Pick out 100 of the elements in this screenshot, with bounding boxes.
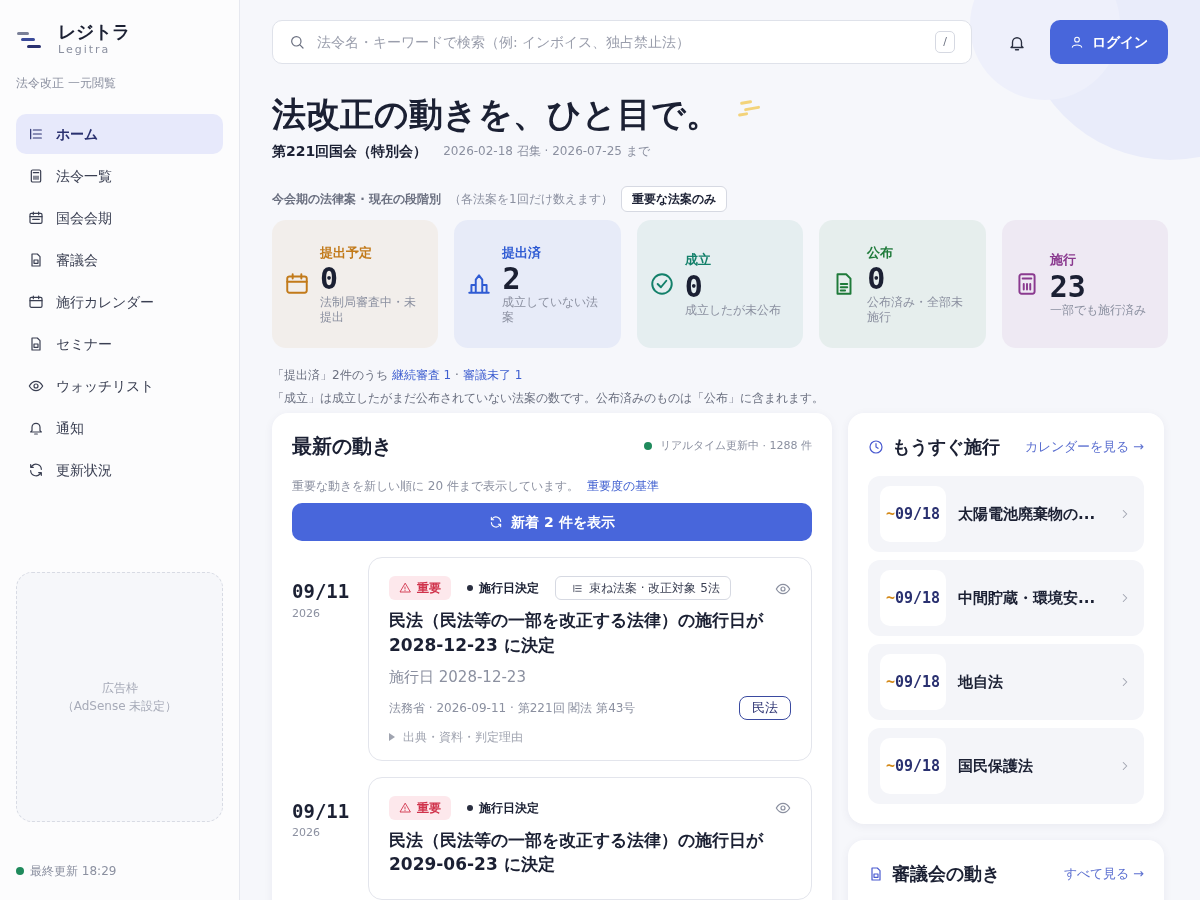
stage-note: 法制局審査中・未提出 <box>320 295 417 325</box>
note-text: 「提出済」2件のうち <box>272 366 388 384</box>
upcoming-date: ~09/18 <box>880 570 946 627</box>
status-label: 施行日決定 <box>467 579 539 598</box>
upcoming-name: 太陽電池廃棄物の... <box>958 504 1097 526</box>
stage-card[interactable]: 提出予定 0 法制局審査中・未提出 <box>272 219 439 348</box>
sidebar-item[interactable]: 更新状況 <box>16 450 223 491</box>
stage-count: 0 <box>320 262 339 296</box>
upcoming-date: ~09/18 <box>880 654 946 711</box>
session-period: 2026-02-18 召集 · 2026-07-25 まで <box>443 143 650 161</box>
section-note: （各法案を1回だけ数えます） <box>448 190 613 208</box>
warning-icon <box>399 801 411 814</box>
calendar-icon <box>28 294 44 311</box>
search-field[interactable]: 法令名・キーワードで検索（例: インボイス、独占禁止法） / <box>272 20 972 64</box>
bell-icon <box>28 420 44 437</box>
stage-card[interactable]: 成立 0 成立したが未公布 <box>636 219 804 348</box>
panel-title: もうすぐ施行 <box>892 435 1000 460</box>
check-circle-icon <box>648 270 675 297</box>
warning-icon <box>399 582 411 595</box>
upcoming-date: ~09/18 <box>880 738 946 795</box>
law-tag: 民法 <box>739 696 791 720</box>
stage-count: 0 <box>684 269 704 303</box>
feed-date: 09/11 <box>292 579 351 605</box>
bundle-tag: 束ね法案 · 改正対象 5法 <box>555 576 731 601</box>
show-new-button[interactable]: 新着 2 件を表示 <box>292 503 812 542</box>
upcoming-item[interactable]: ~09/18 地自法 <box>868 644 1144 721</box>
refresh-icon <box>28 462 44 479</box>
calendar-link[interactable]: カレンダーを見る → <box>1024 437 1144 457</box>
stage-count: 2 <box>502 262 521 296</box>
upcoming-item[interactable]: ~09/18 中間貯蔵・環境安... <box>868 560 1144 637</box>
sidebar-item[interactable]: 法令一覧 <box>16 156 223 197</box>
sidebar-item[interactable]: ホーム <box>16 114 223 155</box>
upcoming-item[interactable]: ~09/18 国民保護法 <box>868 728 1144 805</box>
status-label: 施行日決定 <box>467 798 539 817</box>
stage-card[interactable]: 提出済 2 成立していない法案 <box>454 219 621 348</box>
feed-title: 民法（民法等の一部を改正する法律）の施行日が 2029-06-23 に決定 <box>389 828 765 877</box>
stage-card[interactable]: 施行 23 一部でも施行済み <box>1001 219 1169 348</box>
upcoming-name: 中間貯蔵・環境安... <box>958 588 1097 610</box>
ad-note: （AdSense 未設定） <box>61 698 178 715</box>
importance-badge: 重要 <box>389 576 451 601</box>
filter-button[interactable]: 重要な法案のみ <box>620 185 727 212</box>
sidebar-item[interactable]: 通知 <box>16 408 223 449</box>
sidebar-item[interactable]: 審議会 <box>16 240 223 281</box>
live-status: リアルタイム更新中 · 1288 件 <box>660 438 812 455</box>
sidebar-item[interactable]: セミナー <box>16 324 223 365</box>
stage-count: 23 <box>1049 269 1087 303</box>
effective-date: 施行日 2028-12-23 <box>389 666 527 688</box>
shortcut-key: / <box>935 30 955 54</box>
importance-badge: 重要 <box>389 795 451 820</box>
criteria-link[interactable]: 重要度の基準 <box>586 477 659 496</box>
refresh-icon <box>489 515 504 530</box>
session-name: 第221回国会（特別会） <box>272 141 428 161</box>
stage-label: 提出予定 <box>320 243 373 262</box>
panel-title: 審議会の動き <box>892 862 1000 887</box>
feed-year: 2026 <box>292 825 321 842</box>
sparkle-decoration <box>736 99 762 120</box>
calendar-icon <box>284 270 310 297</box>
feed-card[interactable]: 重要 施行日決定 民法（民法等の一部を改正する法律）の施行日が 2029-06-23 に決定 <box>368 776 812 900</box>
clock-icon <box>868 438 884 455</box>
calendar-icon <box>28 210 44 227</box>
page-title: 法改正の動きを、ひと目で。 <box>272 94 720 135</box>
upcoming-date: ~09/18 <box>880 486 946 543</box>
view-all-link[interactable]: すべて見る → <box>1063 864 1144 884</box>
last-update: 最終更新 18:29 <box>30 863 117 880</box>
stage-note: 一部でも施行済み <box>1049 302 1146 318</box>
tagline: 法令改正 一元閲覧 <box>16 75 117 93</box>
feed-meta: 法務省 · 2026-09-11 · 第221回 閣法 第43号 <box>389 699 636 717</box>
upcoming-item[interactable]: ~09/18 太陽電池廃棄物の... <box>868 476 1144 553</box>
login-button[interactable]: ログイン <box>1050 20 1168 64</box>
stage-note: 成立したが未公布 <box>684 302 781 318</box>
brand-name: レジトラ <box>58 22 130 42</box>
separator: · <box>455 366 459 384</box>
sidebar-item[interactable]: ウォッチリスト <box>16 366 223 407</box>
feed-title: 民法（民法等の一部を改正する法律）の施行日が 2028-12-23 に決定 <box>389 609 765 658</box>
feed-date: 09/11 <box>292 798 351 824</box>
caret-icon <box>389 732 395 741</box>
note-link[interactable]: 審議未了 1 <box>462 363 523 387</box>
section-label: 今会期の法律案 · 現在の段階別 <box>272 190 441 208</box>
stage-count: 0 <box>867 262 886 296</box>
upcoming-name: 国民保護法 <box>958 756 1034 778</box>
search-input[interactable]: 法令名・キーワードで検索（例: インボイス、独占禁止法） <box>315 30 926 54</box>
list-icon <box>572 582 583 594</box>
sidebar-item[interactable]: 国会会期 <box>16 198 223 239</box>
stage-label: 成立 <box>684 251 712 270</box>
stage-note: 公布済み・全部未施行 <box>867 295 965 325</box>
live-dot <box>644 442 652 451</box>
feed-year: 2026 <box>292 605 321 622</box>
user-icon <box>1070 35 1084 49</box>
note-link[interactable]: 継続審査 1 <box>391 363 452 387</box>
feed-description: 重要な動きを新しい順に 20 件まで表示しています。 <box>292 478 579 496</box>
stage-label: 施行 <box>1049 251 1077 270</box>
stage-card[interactable]: 公布 0 公布済み・全部未施行 <box>819 219 986 348</box>
document-icon <box>868 865 884 882</box>
status-dot <box>16 867 24 875</box>
panel-title: 最新の動き <box>292 433 392 461</box>
sidebar-item[interactable]: 施行カレンダー <box>16 282 223 323</box>
document-icon <box>28 252 44 269</box>
note-text: 「成立」は成立したがまだ公布されていない法案の数です。公布済みのものは「公布」に含まれます。 <box>272 389 825 407</box>
feed-card[interactable]: 重要 施行日決定 束ね法案 · 改正対象 5法 民法（民法等の一部を改正する法律）の施行日が 2028-12-23 に決定 施行日 2028-12-23 法務省 · 2026-09-11 · 第221回 閣法 第43号 民法 出典・資料・判定理由 <box>368 557 812 761</box>
brand-subtitle: Legitra <box>58 41 112 58</box>
